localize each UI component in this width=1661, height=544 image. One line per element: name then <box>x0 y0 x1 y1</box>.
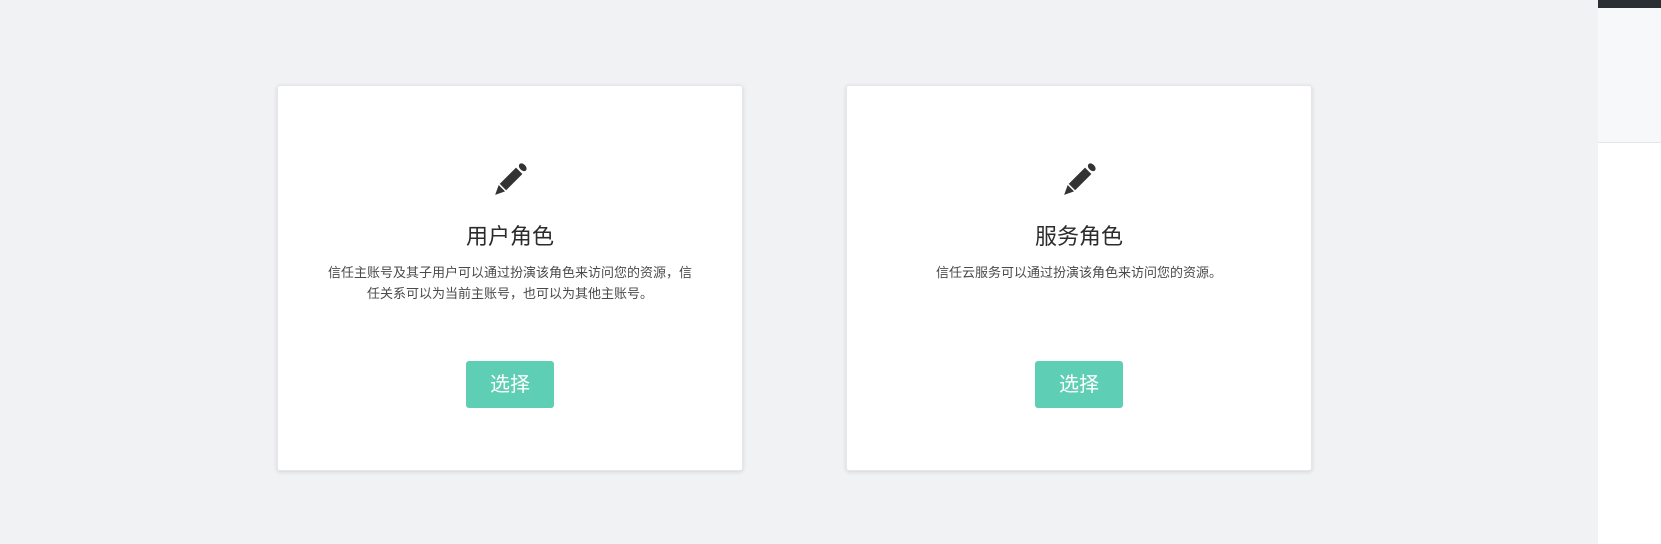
pencil-icon <box>495 163 527 195</box>
side-panel-block <box>1598 8 1661 143</box>
card-description: 信任主账号及其子用户可以通过扮演该角色来访问您的资源，信任关系可以为当前主账号，… <box>327 266 692 302</box>
card-title: 用户角色 <box>465 225 554 250</box>
side-panel-top-bar <box>1598 0 1661 8</box>
card-description: 信任云服务可以通过扮演该角色来访问您的资源。 <box>935 266 1222 281</box>
side-panel <box>1598 0 1661 544</box>
pencil-icon <box>1064 163 1096 195</box>
card-title: 服务角色 <box>1034 225 1123 250</box>
service-role-card[interactable]: 服务角色 信任云服务可以通过扮演该角色来访问您的资源。 选择 <box>846 85 1312 471</box>
select-user-role-button[interactable]: 选择 <box>466 361 554 408</box>
select-service-role-button[interactable]: 选择 <box>1035 361 1123 408</box>
user-role-card[interactable]: 用户角色 信任主账号及其子用户可以通过扮演该角色来访问您的资源，信任关系可以为当… <box>277 85 743 471</box>
